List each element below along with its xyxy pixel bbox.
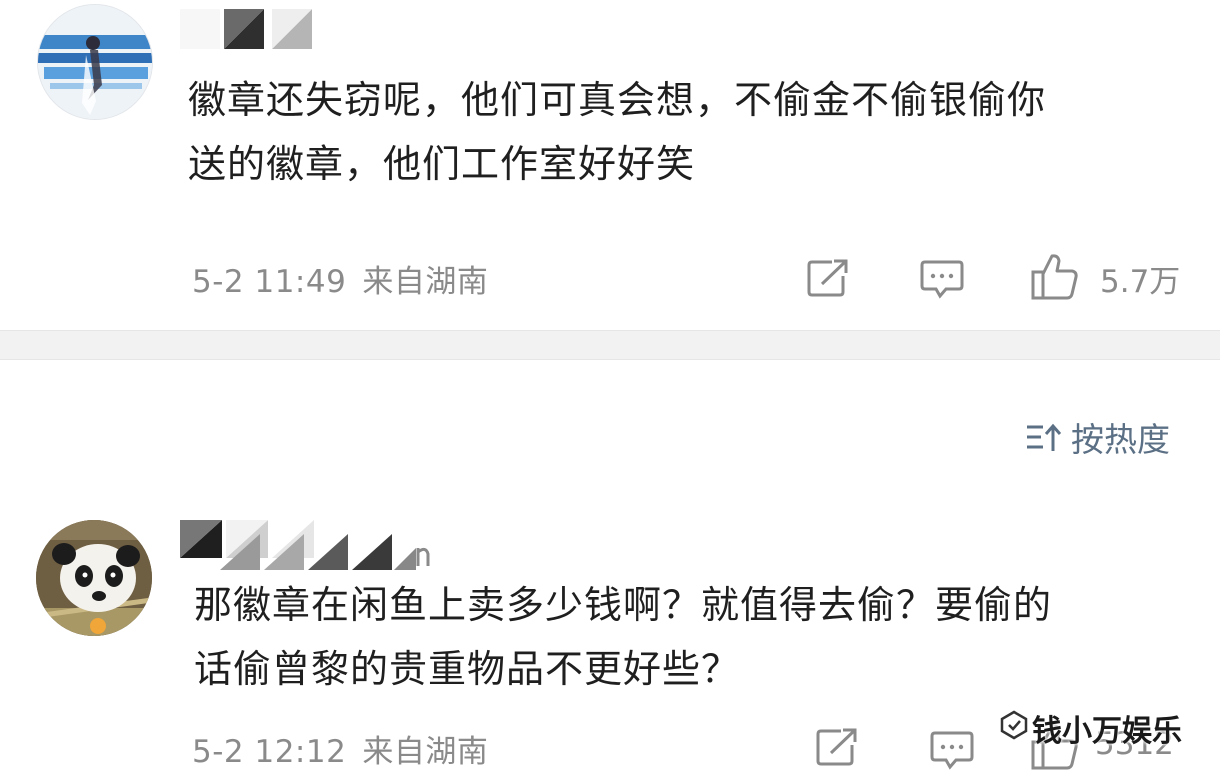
comment-meta: 5-2 12:12 来自湖南 <box>192 726 488 771</box>
comment-text-line: 那徽章在闲鱼上卖多少钱啊？就值得去偷？要偷的 <box>194 583 1053 627</box>
username-mosaic <box>180 518 430 570</box>
like-count: 5.7万 <box>1100 264 1181 300</box>
forward-button[interactable] <box>806 258 850 298</box>
watermark-text: 钱小万娱乐 <box>1032 714 1182 749</box>
thumbs-up-icon <box>1031 254 1078 300</box>
comment-meta: 5-2 11:49 来自湖南 <box>192 256 488 301</box>
comment-text-line: 送的徽章，他们工作室好好笑 <box>188 142 696 186</box>
reply-icon <box>930 731 974 770</box>
sort-icon <box>1027 423 1062 451</box>
like-button[interactable] <box>1030 252 1080 302</box>
comment-text-line: 话偷曾黎的贵重物品不更好些？ <box>194 647 741 691</box>
username-mosaic <box>180 3 320 55</box>
comment-text: 徽章还失窃呢，他们可真会想，不偷金不偷银偷你 送的徽章，他们工作室好好笑 <box>188 68 1188 196</box>
watermark-logo-icon <box>1000 710 1028 740</box>
reply-button[interactable] <box>920 258 964 300</box>
sort-by-hot-button[interactable]: 按热度 <box>1025 414 1170 460</box>
comment-text: 那徽章在闲鱼上卖多少钱啊？就值得去偷？要偷的 话偷曾黎的贵重物品不更好些？ <box>194 573 1194 701</box>
comment-location: 来自湖南 <box>362 264 489 300</box>
comment-text-line: 徽章还失窃呢，他们可真会想，不偷金不偷银偷你 <box>188 78 1047 122</box>
forward-icon <box>807 259 848 297</box>
forward-icon <box>816 728 857 766</box>
forward-button[interactable] <box>815 727 859 767</box>
comment-location: 来自湖南 <box>362 734 489 770</box>
reply-button[interactable] <box>930 729 974 771</box>
avatar[interactable] <box>36 520 152 636</box>
avatar[interactable] <box>37 4 153 120</box>
comment-feed: 徽章还失窃呢，他们可真会想，不偷金不偷银偷你 送的徽章，他们工作室好好笑 5-2… <box>0 0 1220 774</box>
comment-date: 5-2 12:12 <box>192 734 347 770</box>
reply-icon <box>920 260 964 299</box>
comment-item: 徽章还失窃呢，他们可真会想，不偷金不偷银偷你 送的徽章，他们工作室好好笑 5-2… <box>0 0 1220 330</box>
comment-date: 5-2 11:49 <box>192 264 347 300</box>
sort-label: 按热度 <box>1071 420 1170 459</box>
section-divider <box>0 330 1220 360</box>
